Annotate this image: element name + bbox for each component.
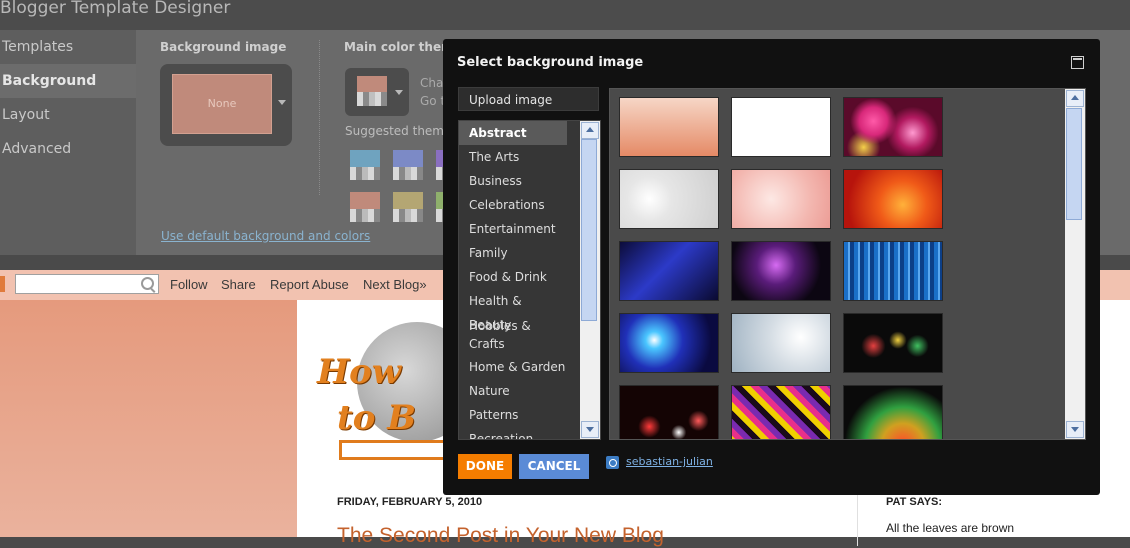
category-item-abstract[interactable]: Abstract (459, 121, 567, 145)
category-item-nature[interactable]: Nature (459, 379, 567, 403)
category-item-food-drink[interactable]: Food & Drink (459, 265, 567, 289)
category-item-family[interactable]: Family (459, 241, 567, 265)
chevron-down-icon[interactable] (395, 90, 403, 95)
cancel-button[interactable]: CANCEL (519, 454, 589, 479)
main-color-hint-line2: Go t (420, 94, 446, 108)
category-list: Abstract The Arts Business Celebrations … (458, 120, 601, 440)
blue-burst-thumbnail[interactable] (619, 313, 719, 373)
main-color-swatch[interactable] (357, 76, 387, 106)
upload-image-button[interactable]: Upload image (458, 87, 599, 111)
designer-titlebar: Blogger Template Designer (0, 0, 1130, 30)
suggested-themes-label: Suggested theme (345, 124, 452, 138)
divider (319, 40, 320, 195)
image-scrollbar[interactable] (1065, 89, 1085, 439)
silver-swirl-thumbnail[interactable] (731, 313, 831, 373)
category-item-health-beauty[interactable]: Health & Beauty (459, 289, 567, 332)
red-orange-bokeh-thumbnail[interactable] (843, 169, 943, 229)
white-plain-thumbnail[interactable] (731, 97, 831, 157)
category-item-the-arts[interactable]: The Arts (459, 145, 567, 169)
main-color-picker[interactable] (345, 68, 409, 116)
suggested-theme-swatch[interactable] (393, 150, 423, 180)
category-item-home-garden[interactable]: Home & Garden (459, 355, 567, 379)
light-trails-thumbnail[interactable] (843, 385, 943, 439)
designer-title: Blogger Template Designer (0, 0, 231, 18)
white-bokeh-thumbnail[interactable] (619, 169, 719, 229)
post-date: FRIDAY, FEBRUARY 5, 2010 (337, 496, 483, 508)
nav-item-advanced[interactable]: Advanced (0, 132, 136, 166)
background-image-label: Background image (160, 40, 287, 54)
suggested-theme-swatch[interactable] (350, 150, 380, 180)
report-abuse-link[interactable]: Report Abuse (270, 277, 349, 292)
image-grid (609, 88, 1086, 440)
background-image-swatch[interactable]: None (172, 74, 272, 134)
istock-icon (606, 456, 619, 469)
nav-item-templates[interactable]: Templates (0, 30, 136, 64)
main-color-hint-line1: Cha (420, 76, 444, 90)
done-button[interactable]: DONE (458, 454, 512, 479)
suggested-theme-swatch[interactable] (393, 192, 423, 222)
peach-gradient-thumbnail[interactable] (619, 97, 719, 157)
red-bokeh-dark-thumbnail[interactable] (619, 385, 719, 439)
category-item-celebrations[interactable]: Celebrations (459, 193, 567, 217)
blue-fiber-light-thumbnail[interactable] (619, 241, 719, 301)
logo-text-line2: to B (337, 398, 416, 438)
category-scrollbar[interactable] (580, 121, 600, 439)
blog-background (0, 300, 297, 537)
background-image-picker[interactable]: None (160, 64, 292, 146)
blue-vertical-lines-thumbnail[interactable] (843, 241, 943, 301)
blogger-logo-icon[interactable] (0, 276, 5, 292)
category-item-hobbies-crafts[interactable]: Hobbies & Crafts (459, 313, 567, 355)
nav-item-layout[interactable]: Layout (0, 98, 136, 132)
scroll-down-icon[interactable] (1066, 421, 1084, 438)
scroll-up-icon[interactable] (581, 122, 599, 139)
divider (857, 486, 858, 546)
category-item-recreation[interactable]: Recreation (459, 427, 567, 439)
nav-item-background[interactable]: Background (0, 64, 136, 98)
logo-text-line1: How (317, 352, 402, 392)
rainbow-bokeh-dark-thumbnail[interactable] (843, 313, 943, 373)
category-item-patterns[interactable]: Patterns (459, 403, 567, 427)
minimize-icon[interactable] (1071, 56, 1084, 69)
dialog-title: Select background image (457, 55, 644, 70)
select-background-dialog: Select background image Upload image Abs… (443, 39, 1100, 495)
photographer-credit-label[interactable]: sebastian-julian (626, 455, 713, 468)
category-item-business[interactable]: Business (459, 169, 567, 193)
scroll-up-icon[interactable] (1066, 90, 1084, 107)
next-blog-link[interactable]: Next Blog» (363, 277, 427, 292)
sidebar-text: All the leaves are brown (886, 521, 1015, 535)
pink-bokeh-thumbnail[interactable] (843, 97, 943, 157)
scrollbar-thumb[interactable] (581, 139, 597, 321)
share-link[interactable]: Share (221, 277, 256, 292)
search-icon[interactable] (141, 277, 154, 290)
pink-soft-bokeh-thumbnail[interactable] (731, 169, 831, 229)
use-default-link[interactable]: Use default background and colors (161, 229, 370, 243)
scrollbar-thumb[interactable] (1066, 108, 1082, 220)
colorful-stripes-thumbnail[interactable] (731, 385, 831, 439)
designer-nav: Templates Background Layout Advanced (0, 30, 136, 255)
search-input[interactable] (15, 274, 159, 294)
sidebar-heading: PAT SAYS: (886, 496, 943, 508)
follow-link[interactable]: Follow (170, 277, 208, 292)
photographer-credit-link[interactable]: sebastian-julian (606, 455, 713, 469)
purple-lightning-thumbnail[interactable] (731, 241, 831, 301)
scroll-down-icon[interactable] (581, 421, 599, 438)
category-item-entertainment[interactable]: Entertainment (459, 217, 567, 241)
main-color-hint: Cha Go t (420, 74, 445, 110)
chevron-down-icon[interactable] (278, 100, 286, 105)
suggested-theme-swatch[interactable] (350, 192, 380, 222)
post-title[interactable]: The Second Post in Your New Blog (337, 524, 664, 548)
